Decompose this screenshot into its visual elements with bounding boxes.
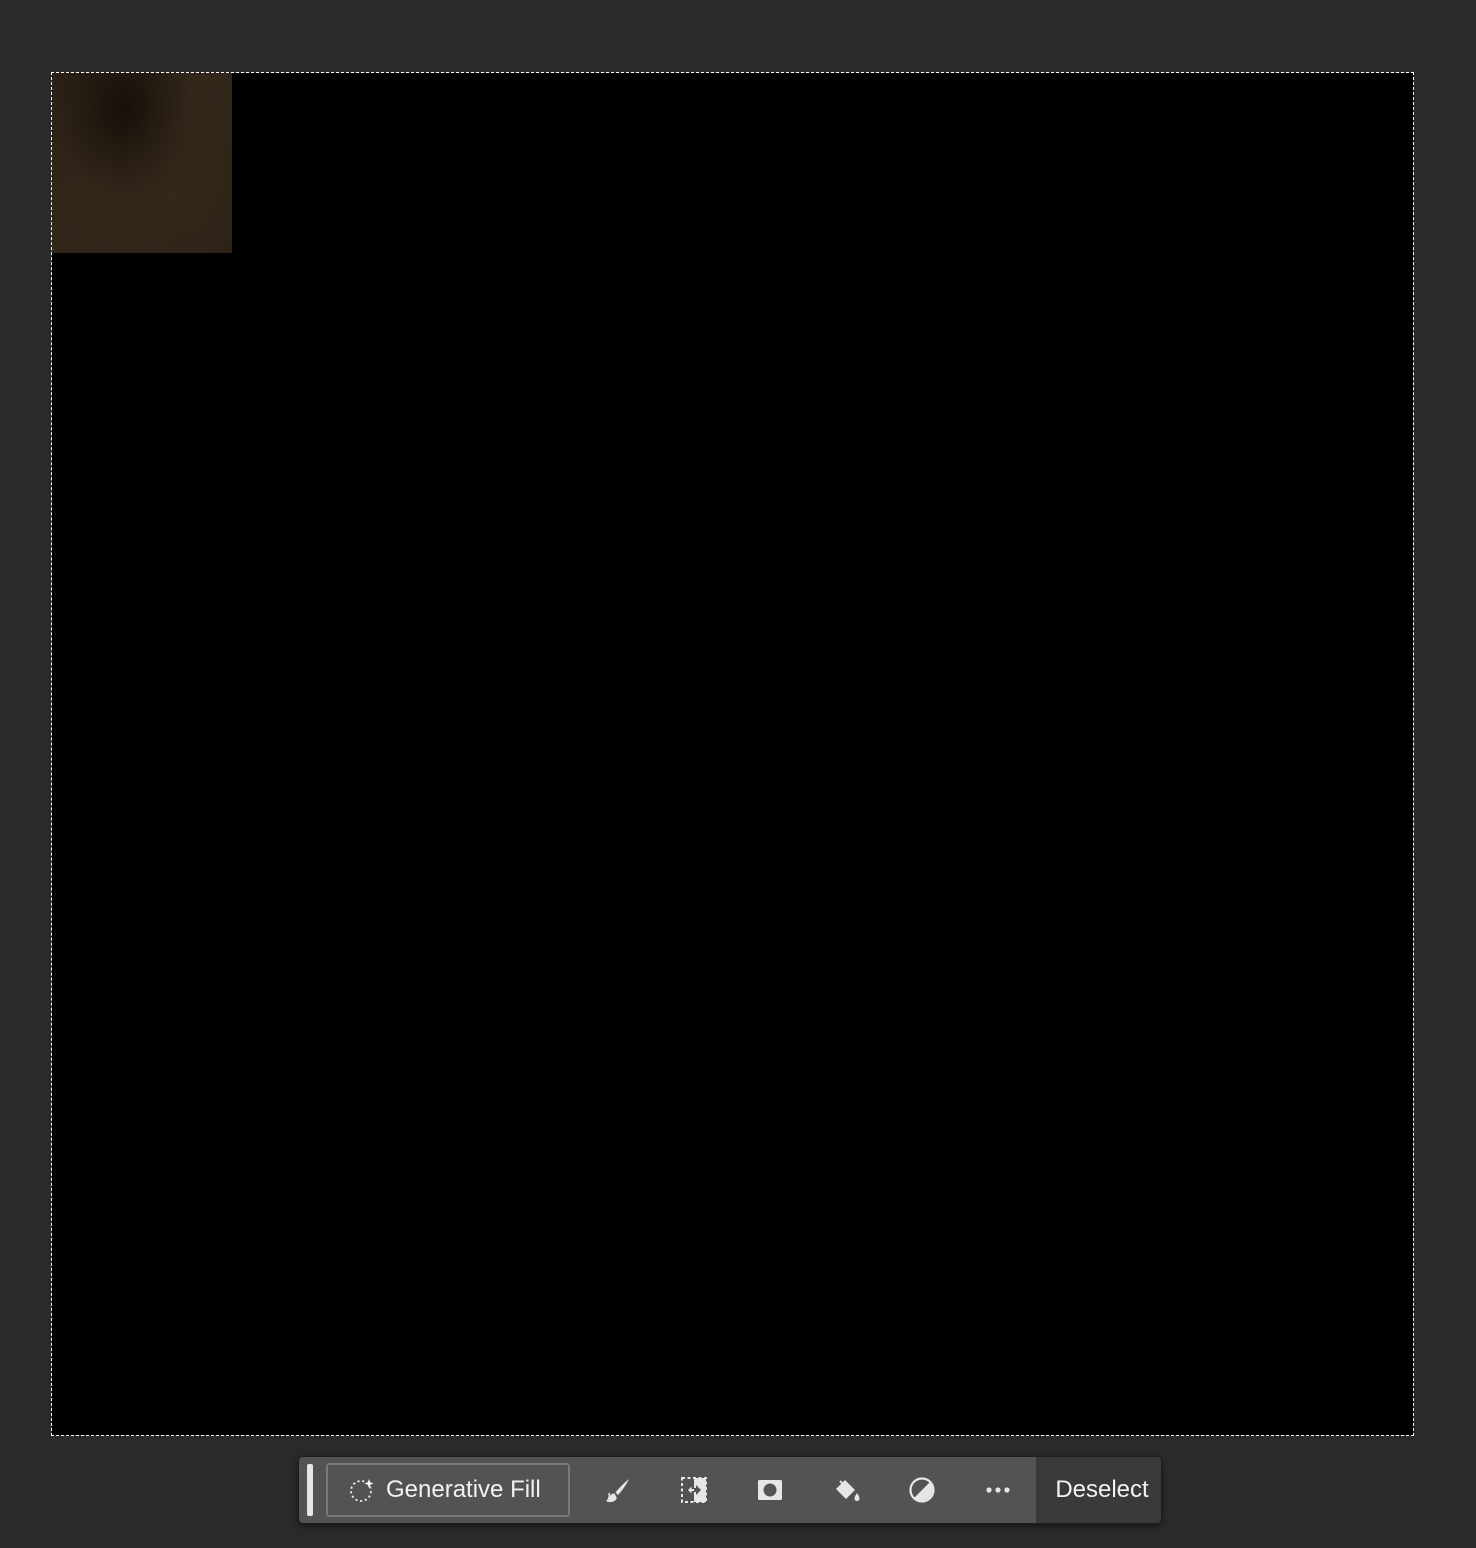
fill-selection-button[interactable] (808, 1457, 884, 1523)
document-canvas[interactable] (52, 73, 1413, 1435)
generative-fill-button[interactable]: Generative Fill (326, 1463, 570, 1517)
contextual-task-bar: Generative Fill Deselect (298, 1456, 1162, 1524)
transform-selection-icon (679, 1475, 709, 1505)
create-mask-button[interactable] (732, 1457, 808, 1523)
photoshop-workspace: Generative Fill Deselect (0, 0, 1476, 1548)
taskbar-drag-handle[interactable] (307, 1464, 313, 1516)
more-options-button[interactable] (960, 1457, 1036, 1523)
generative-fill-label: Generative Fill (386, 1476, 541, 1503)
adjustment-layer-button[interactable] (884, 1457, 960, 1523)
adjustment-icon (907, 1475, 937, 1505)
mask-icon (755, 1475, 785, 1505)
brush-icon (603, 1475, 633, 1505)
transform-selection-button[interactable] (656, 1457, 732, 1523)
generative-fill-icon (348, 1476, 376, 1504)
fill-bucket-icon (831, 1475, 861, 1505)
image-layer-thumbnail-area (52, 73, 232, 253)
deselect-button[interactable]: Deselect (1036, 1457, 1161, 1523)
more-icon (983, 1475, 1013, 1505)
modify-selection-brush-button[interactable] (580, 1457, 656, 1523)
